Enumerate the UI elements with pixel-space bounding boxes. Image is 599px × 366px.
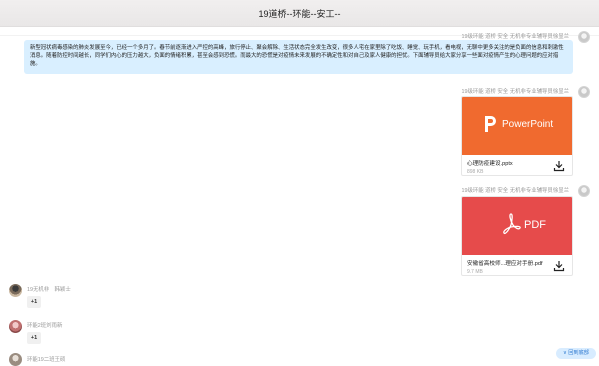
avatar[interactable]: [9, 320, 22, 333]
pdf-icon: [503, 213, 521, 235]
download-icon[interactable]: [553, 260, 565, 272]
message-sender: 19无机非 韩颖士: [27, 287, 71, 293]
download-icon[interactable]: [553, 160, 565, 172]
back-to-bottom-button[interactable]: ∨ 回到底部: [556, 348, 596, 359]
file-card-pdf[interactable]: PDF 安徽省高校师...理应对手册.pdf 9.7 MB: [461, 196, 573, 276]
powerpoint-banner: PowerPoint: [462, 97, 572, 155]
file-name: 心理防疫建设.pptx: [467, 161, 513, 167]
message-sender: 环能2班刘雨新: [27, 323, 63, 329]
message-sender: 19级环能 道桥 安全 无机非专业辅导员徐显兰: [461, 188, 569, 194]
avatar[interactable]: [9, 284, 22, 297]
avatar[interactable]: [9, 353, 22, 366]
file-name: 安徽省高校师...理应对手册.pdf: [467, 261, 543, 267]
message-text-bubble[interactable]: 新型冠状病毒感染的肺炎发展至今，已经一个多月了。春节前逐渐进入严控的高峰，旅行停…: [24, 40, 573, 74]
message-sender: 19级环能 道桥 安全 无机非专业辅导员徐显兰: [461, 89, 569, 95]
plus-one-message[interactable]: +1: [27, 296, 41, 308]
chat-title: 19道桥--环能--安工--: [258, 9, 341, 19]
plus-one-message[interactable]: +1: [27, 332, 41, 344]
powerpoint-label: PowerPoint: [502, 119, 554, 130]
file-size: 898 KB: [467, 169, 484, 175]
message-sender: 19级环能 道桥 安全 无机非专业辅导员徐显兰: [461, 34, 569, 40]
pdf-banner: PDF: [462, 197, 572, 255]
title-bar: 19道桥--环能--安工--: [0, 0, 599, 27]
avatar[interactable]: [578, 86, 590, 98]
avatar[interactable]: [578, 31, 590, 43]
file-size: 9.7 MB: [467, 269, 483, 275]
avatar[interactable]: [578, 185, 590, 197]
file-card-pptx[interactable]: PowerPoint 心理防疫建设.pptx 898 KB: [461, 96, 573, 176]
message-sender: 环能19二班王硕: [27, 357, 66, 363]
powerpoint-icon: [485, 116, 496, 132]
pdf-label: PDF: [524, 219, 546, 231]
